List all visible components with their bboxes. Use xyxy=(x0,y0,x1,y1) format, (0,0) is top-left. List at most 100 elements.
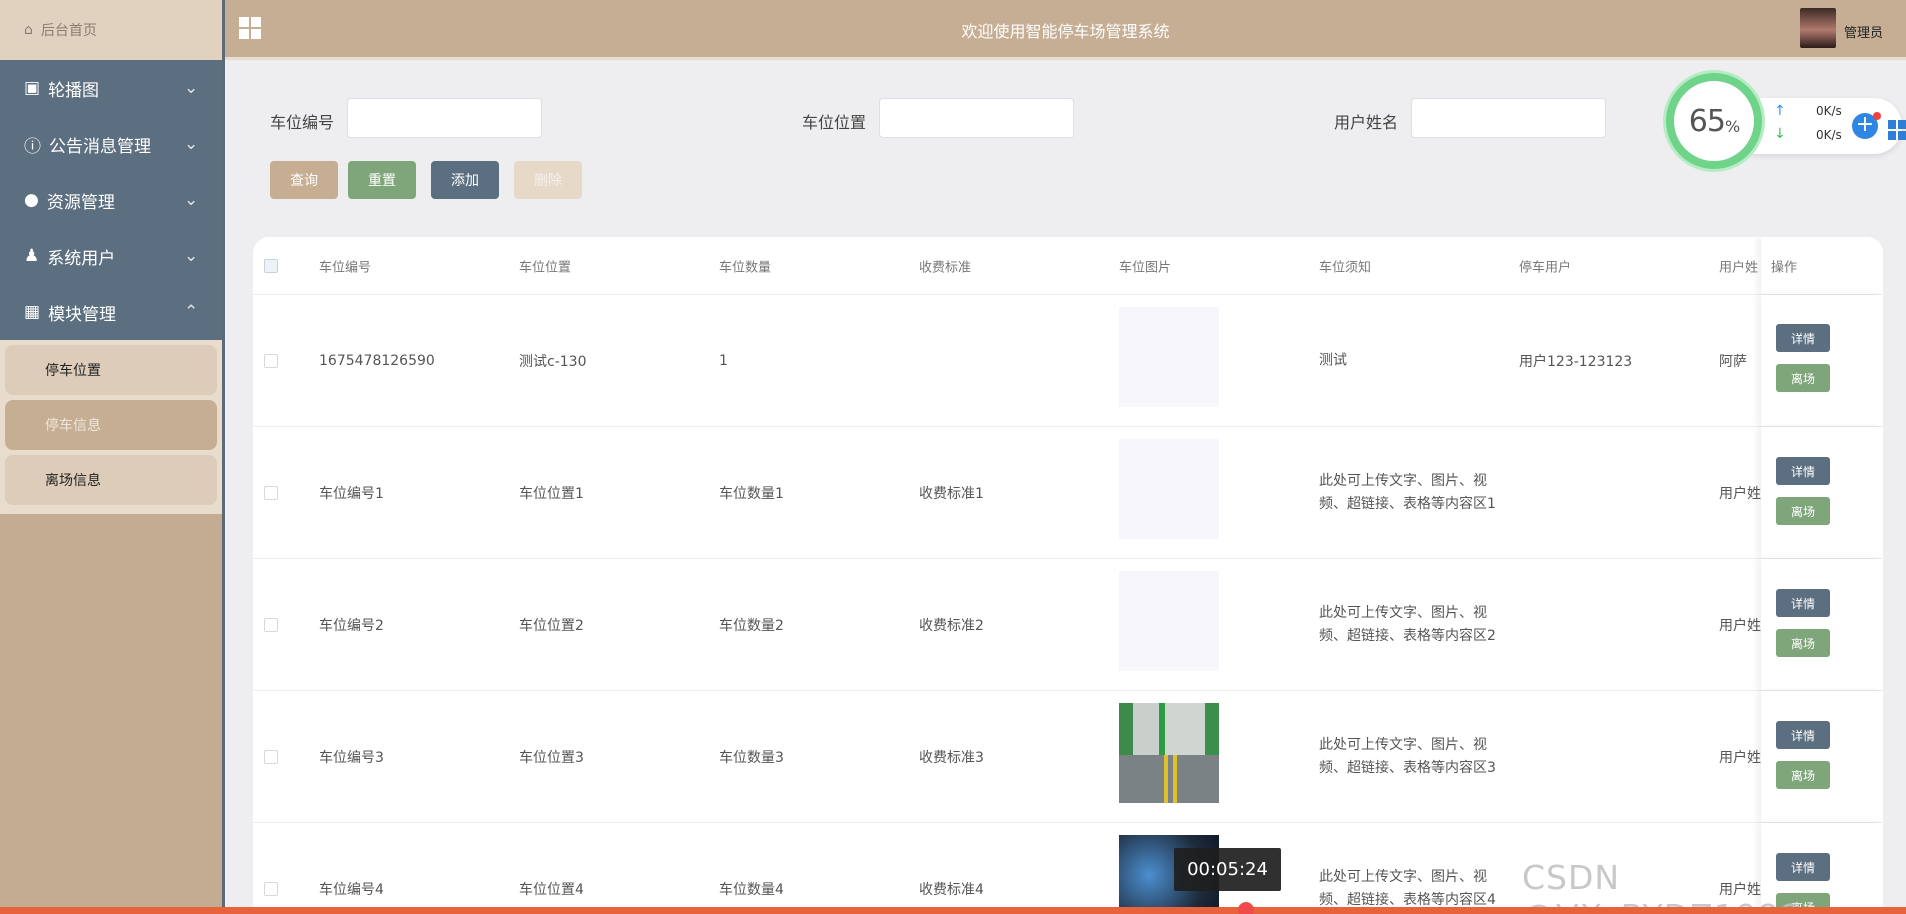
sidebar-menu: ▣ 轮播图 ⌄ ⓘ 公告消息管理 ⌄ ● 资源管理 ⌄ ♟ 系统用户 ⌄ ▦ 模… xyxy=(0,60,222,340)
reset-button[interactable]: 重置 xyxy=(348,161,416,199)
leave-button[interactable]: 离场 xyxy=(1776,629,1830,657)
th-username: 用户姓 xyxy=(1719,260,1759,275)
detail-button[interactable]: 详情 xyxy=(1776,324,1830,352)
ops-cell: 详情 离场 xyxy=(1761,295,1883,426)
cell-code: 1675478126590 xyxy=(319,352,435,369)
memory-usage-gauge[interactable]: 65% xyxy=(1666,73,1762,169)
cell-position: 测试c-130 xyxy=(519,353,587,370)
detail-button[interactable]: 详情 xyxy=(1776,457,1830,485)
page-title: 欢迎使用智能停车场管理系统 xyxy=(961,22,1170,41)
cell-notice: 此处可上传文字、图片、视 频、超链接、表格等内容区1 xyxy=(1319,472,1496,512)
cell-fee: 收费标准1 xyxy=(919,485,984,502)
download-speed: 0K/s xyxy=(1816,128,1842,142)
cell-notice: 此处可上传文字、图片、视 频、超链接、表格等内容区2 xyxy=(1319,604,1496,644)
row-checkbox[interactable] xyxy=(264,749,278,764)
home-icon: ⌂ xyxy=(24,22,33,38)
cell-username: 用户姓 xyxy=(1719,749,1761,766)
cell-count: 车位数量2 xyxy=(719,617,784,634)
watermark: CSDN @VX_BYDZ1988 xyxy=(1522,858,1801,914)
chevron-down-icon: ⌄ xyxy=(184,246,199,266)
chevron-down-icon: ⌄ xyxy=(184,78,199,98)
table-row: 车位编号2 车位位置2 车位数量2 收费标准2 此处可上传文字、图片、视 频、超链… xyxy=(253,559,1883,691)
sidebar-item-label: 资源管理 xyxy=(46,192,115,213)
image-icon: ▣ xyxy=(24,78,41,98)
table-header: 车位编号 车位位置 车位数量 收费标准 车位图片 车位须知 停车用户 用户姓 操… xyxy=(253,237,1883,295)
sidebar-item-users[interactable]: ♟ 系统用户 ⌄ xyxy=(0,228,222,284)
cell-fee: 收费标准3 xyxy=(919,749,984,766)
sidebar-item-carousel[interactable]: ▣ 轮播图 ⌄ xyxy=(0,60,222,116)
table-row: 车位编号1 车位位置1 车位数量1 收费标准1 此处可上传文字、图片、视 频、超链… xyxy=(253,427,1883,559)
th-notice: 车位须知 xyxy=(1319,260,1372,275)
leave-button[interactable]: 离场 xyxy=(1776,497,1830,525)
chevron-down-icon: ⌄ xyxy=(184,134,199,154)
video-timer: 00:05:24 xyxy=(1174,848,1281,891)
record-indicator xyxy=(1238,902,1254,914)
th-user: 停车用户 xyxy=(1519,260,1572,275)
sidebar-item-label: 轮播图 xyxy=(48,80,100,101)
search-label-position: 车位位置 xyxy=(802,113,867,132)
sidebar-subitem-leave-info[interactable]: 离场信息 xyxy=(5,455,217,505)
cell-count: 车位数量4 xyxy=(719,881,784,898)
th-ops: 操作 xyxy=(1771,260,1798,275)
cell-position: 车位位置2 xyxy=(519,617,584,634)
cell-user: 用户123-123123 xyxy=(1519,353,1633,370)
sidebar-item-modules[interactable]: ▦ 模块管理 ⌃ xyxy=(0,284,222,340)
select-all-checkbox[interactable] xyxy=(264,258,278,273)
row-checkbox[interactable] xyxy=(264,617,278,632)
add-button[interactable]: 添加 xyxy=(431,161,499,199)
sidebar-submenu: 停车位置 停车信息 离场信息 xyxy=(0,340,222,514)
search-input-username[interactable] xyxy=(1411,98,1606,138)
cell-fee: 收费标准4 xyxy=(919,881,984,898)
search-label-username: 用户姓名 xyxy=(1334,113,1399,132)
sidebar-home-label: 后台首页 xyxy=(40,23,97,39)
apps-icon[interactable] xyxy=(1888,120,1906,140)
row-checkbox[interactable] xyxy=(264,353,278,368)
parking-image xyxy=(1119,439,1219,539)
th-image: 车位图片 xyxy=(1119,260,1172,275)
chevron-up-icon: ⌃ xyxy=(184,302,199,322)
upload-speed: 0K/s xyxy=(1816,104,1842,118)
sidebar-home[interactable]: ⌂ 后台首页 xyxy=(0,0,222,60)
row-checkbox[interactable] xyxy=(264,881,278,896)
info-icon: ⓘ xyxy=(24,136,41,157)
arrow-up-icon: ↑ xyxy=(1774,103,1786,119)
cell-notice: 此处可上传文字、图片、视 频、超链接、表格等内容区3 xyxy=(1319,736,1496,776)
cell-username: 阿萨 xyxy=(1719,353,1747,370)
sidebar-item-notices[interactable]: ⓘ 公告消息管理 ⌄ xyxy=(0,116,222,172)
ops-header: 操作 xyxy=(1761,237,1883,294)
progress-bar xyxy=(0,907,1906,914)
row-checkbox[interactable] xyxy=(264,485,278,500)
ops-cell: 详情 离场 xyxy=(1761,427,1883,558)
arrow-down-icon: ↓ xyxy=(1774,126,1786,142)
detail-button[interactable]: 详情 xyxy=(1776,721,1830,749)
detail-button[interactable]: 详情 xyxy=(1776,589,1830,617)
cell-position: 车位位置3 xyxy=(519,749,584,766)
leave-button[interactable]: 离场 xyxy=(1776,364,1830,392)
bulb-icon: ● xyxy=(24,190,39,210)
cell-position: 车位位置4 xyxy=(519,881,584,898)
th-code: 车位编号 xyxy=(319,260,372,275)
sidebar-subitem-parking-position[interactable]: 停车位置 xyxy=(5,345,217,395)
search-label-code: 车位编号 xyxy=(270,113,335,132)
th-count: 车位数量 xyxy=(719,260,772,275)
username[interactable]: 管理员 xyxy=(1844,22,1883,41)
avatar[interactable] xyxy=(1800,8,1836,48)
gauge-unit: % xyxy=(1724,116,1740,136)
search-input-position[interactable] xyxy=(879,98,1074,138)
query-button[interactable]: 查询 xyxy=(270,161,338,199)
data-table: 车位编号 车位位置 车位数量 收费标准 车位图片 车位须知 停车用户 用户姓 操… xyxy=(253,237,1883,914)
delete-button[interactable]: 删除 xyxy=(514,161,582,199)
sidebar-item-label: 公告消息管理 xyxy=(49,136,151,157)
leave-button[interactable]: 离场 xyxy=(1776,761,1830,789)
sidebar-subitem-parking-info[interactable]: 停车信息 xyxy=(5,400,217,450)
parking-image xyxy=(1119,307,1219,407)
cell-count: 车位数量3 xyxy=(719,749,784,766)
cell-code: 车位编号1 xyxy=(319,485,384,502)
gauge-percent: 65 xyxy=(1688,103,1726,139)
top-header: 欢迎使用智能停车场管理系统 管理员 xyxy=(225,0,1906,60)
search-input-code[interactable] xyxy=(347,98,542,138)
cell-username: 用户姓 xyxy=(1719,485,1761,502)
notification-dot xyxy=(1873,112,1881,120)
sidebar-item-resources[interactable]: ● 资源管理 ⌄ xyxy=(0,172,222,228)
cell-code: 车位编号3 xyxy=(319,749,384,766)
